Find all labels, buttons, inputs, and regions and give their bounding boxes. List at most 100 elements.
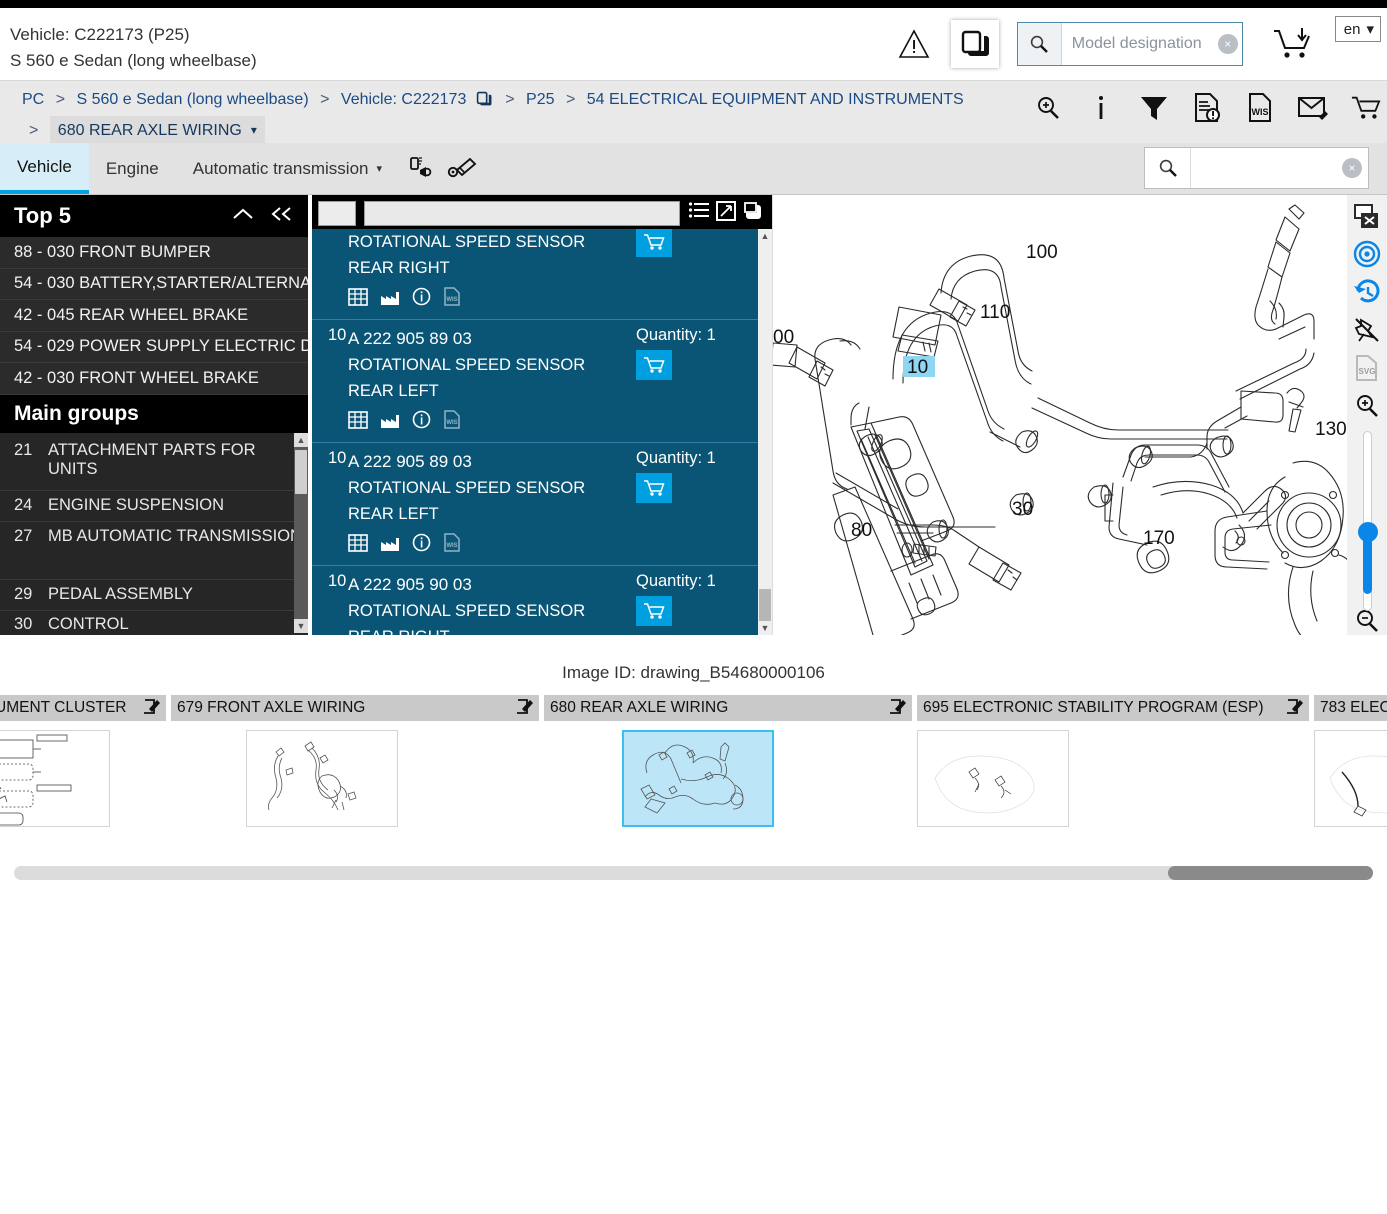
warning-triangle-icon[interactable] xyxy=(891,21,937,67)
model-search-field[interactable]: × xyxy=(1061,23,1242,65)
breadcrumb-active-item[interactable]: 680 REAR AXLE WIRING ▾ xyxy=(49,116,265,146)
table-grid-icon[interactable] xyxy=(348,287,368,311)
horizontal-scrollbar[interactable] xyxy=(14,866,1373,880)
technical-drawing[interactable]: 100 110 00 130 30 80 170 10 xyxy=(773,195,1348,635)
part-number[interactable]: A 222 905 89 03 xyxy=(348,326,636,352)
main-group-row[interactable]: 27 MB AUTOMATIC TRANSMISSION xyxy=(0,522,308,580)
copy-documents-icon[interactable] xyxy=(950,20,999,68)
wis-document-icon[interactable]: WIS xyxy=(443,287,461,311)
mail-edit-icon[interactable] xyxy=(1298,91,1328,125)
top5-item-4[interactable]: 42 - 030 FRONT WHEEL BRAKE xyxy=(0,363,308,395)
part-row[interactable]: 10 A 222 905 90 03 ROTATIONAL SPEED SENS… xyxy=(312,566,758,635)
history-undo-icon[interactable] xyxy=(1352,278,1382,306)
thumbnail-image[interactable] xyxy=(0,730,110,827)
parts-filter-pos-input[interactable] xyxy=(318,201,356,226)
zoom-out-icon[interactable] xyxy=(1352,608,1382,635)
thumbnail-item-783[interactable]: 783 ELECTRIC PARTS FOR CHASSIS ADJUSTMEN… xyxy=(1314,695,1387,827)
top5-item-1[interactable]: 54 - 030 BATTERY,STARTER/ALTERNAT... xyxy=(0,269,308,300)
close-window-icon[interactable] xyxy=(1352,203,1382,230)
info-circle-icon[interactable] xyxy=(412,410,431,434)
scroll-down-icon[interactable]: ▼ xyxy=(758,621,772,635)
target-center-icon[interactable] xyxy=(1352,240,1382,268)
scroll-down-icon[interactable]: ▼ xyxy=(294,618,308,633)
new-window-icon[interactable] xyxy=(742,201,764,226)
search-icon[interactable] xyxy=(1145,148,1191,188)
filter-funnel-icon[interactable] xyxy=(1139,91,1169,125)
breadcrumb-item-pc[interactable]: PC xyxy=(22,91,44,108)
search-input[interactable] xyxy=(1061,24,1242,64)
paint-spray-icon[interactable] xyxy=(399,143,441,194)
add-to-cart-icon[interactable] xyxy=(636,596,672,626)
info-icon[interactable] xyxy=(1086,91,1116,125)
thumbnail-item-680-selected[interactable]: 680 REAR AXLE WIRING xyxy=(544,695,912,827)
top5-item-2[interactable]: 42 - 045 REAR WHEEL BRAKE xyxy=(0,300,308,332)
top5-item-0[interactable]: 88 - 030 FRONT BUMPER xyxy=(0,237,308,269)
factory-icon[interactable] xyxy=(380,288,400,311)
factory-icon[interactable] xyxy=(380,534,400,557)
scrollbar-thumb[interactable] xyxy=(759,589,771,621)
parts-search-field[interactable]: × xyxy=(1191,148,1368,188)
expand-arrows-icon[interactable] xyxy=(716,201,736,226)
tool-wrench-icon[interactable] xyxy=(441,143,483,194)
parts-list[interactable]: 10 A 222 905 90 03 ROTATIONAL SPEED SENS… xyxy=(312,229,772,635)
info-circle-icon[interactable] xyxy=(412,287,431,311)
part-number[interactable]: A 222 905 89 03 xyxy=(348,449,636,475)
clear-search-icon[interactable]: × xyxy=(1342,158,1362,178)
add-to-cart-icon[interactable] xyxy=(636,229,672,257)
list-view-icon[interactable] xyxy=(688,201,710,226)
wis-document-icon[interactable]: WIS xyxy=(443,533,461,557)
scrollbar-thumb[interactable] xyxy=(1168,866,1373,880)
unpin-icon[interactable] xyxy=(1352,316,1382,344)
thumbnail-image[interactable] xyxy=(622,730,774,827)
double-chevron-left-icon[interactable] xyxy=(270,205,294,228)
main-group-row[interactable]: 30 CONTROL xyxy=(0,611,308,633)
part-row[interactable]: 10 A 222 905 89 03 ROTATIONAL SPEED SENS… xyxy=(312,320,758,443)
zoom-in-icon[interactable] xyxy=(1352,392,1382,419)
add-to-cart-icon[interactable] xyxy=(636,350,672,380)
zoom-search-icon[interactable] xyxy=(1033,91,1063,125)
info-circle-icon[interactable] xyxy=(412,533,431,557)
wis-document-icon[interactable]: WIS xyxy=(1245,91,1275,125)
chevron-down-icon[interactable]: ▾ xyxy=(251,118,257,143)
breadcrumb-item-vehicle[interactable]: Vehicle: C222173 xyxy=(341,91,466,108)
breadcrumb-item-group[interactable]: 54 ELECTRICAL EQUIPMENT AND INSTRUMENTS xyxy=(587,91,964,108)
document-alert-icon[interactable] xyxy=(1192,91,1222,125)
scroll-up-icon[interactable]: ▲ xyxy=(294,432,308,447)
shopping-cart-icon[interactable] xyxy=(1351,91,1381,125)
copy-vehicle-icon[interactable] xyxy=(476,90,492,115)
table-grid-icon[interactable] xyxy=(348,533,368,557)
part-row[interactable]: 10 A 222 905 90 03 ROTATIONAL SPEED SENS… xyxy=(312,229,758,320)
thumbnail-item-695[interactable]: 695 ELECTRONIC STABILITY PROGRAM (ESP) xyxy=(917,695,1309,827)
main-group-row[interactable]: 29 PEDAL ASSEMBLY xyxy=(0,580,308,611)
add-to-cart-icon[interactable] xyxy=(636,473,672,503)
edit-pencil-icon[interactable] xyxy=(1282,697,1304,719)
edit-pencil-icon[interactable] xyxy=(512,697,534,719)
language-selector[interactable]: en ▾ xyxy=(1334,16,1381,42)
main-groups-scrollbar[interactable]: ▲ ▼ xyxy=(294,432,308,633)
parts-search-box[interactable]: × xyxy=(1144,147,1369,189)
thumbnail-image[interactable] xyxy=(917,730,1069,827)
breadcrumb-item-p25[interactable]: P25 xyxy=(526,91,554,108)
factory-icon[interactable] xyxy=(380,411,400,434)
tab-automatic-transmission[interactable]: Automatic transmission ▾ xyxy=(176,143,399,194)
model-search-box[interactable]: × xyxy=(1016,22,1243,66)
thumbnail-item-instrument-cluster[interactable]: STRUMENT CLUSTER xyxy=(0,695,166,827)
tab-vehicle[interactable]: Vehicle xyxy=(0,143,89,194)
scrollbar-thumb[interactable] xyxy=(295,449,307,494)
part-row[interactable]: 10 A 222 905 89 03 ROTATIONAL SPEED SENS… xyxy=(312,443,758,566)
table-grid-icon[interactable] xyxy=(348,410,368,434)
parts-filter-text-input[interactable] xyxy=(364,201,680,226)
top5-item-3[interactable]: 54 - 029 POWER SUPPLY ELECTRIC D... xyxy=(0,332,308,363)
edit-pencil-icon[interactable] xyxy=(885,697,907,719)
thumbnail-image[interactable] xyxy=(246,730,398,827)
drawing-viewer[interactable]: 100 110 00 130 30 80 170 10 xyxy=(772,195,1348,635)
zoom-slider-knob[interactable] xyxy=(1358,521,1378,542)
cart-add-icon[interactable] xyxy=(1267,20,1319,68)
parts-list-scrollbar[interactable]: ▲ ▼ xyxy=(758,229,772,635)
scroll-up-icon[interactable]: ▲ xyxy=(758,229,772,243)
wis-document-icon[interactable]: WIS xyxy=(443,410,461,434)
main-group-row[interactable]: 24 ENGINE SUSPENSION xyxy=(0,491,308,522)
chevron-up-icon[interactable] xyxy=(232,205,254,228)
thumbnail-image[interactable] xyxy=(1314,730,1387,827)
svg-export-icon[interactable]: SVG xyxy=(1352,354,1382,382)
